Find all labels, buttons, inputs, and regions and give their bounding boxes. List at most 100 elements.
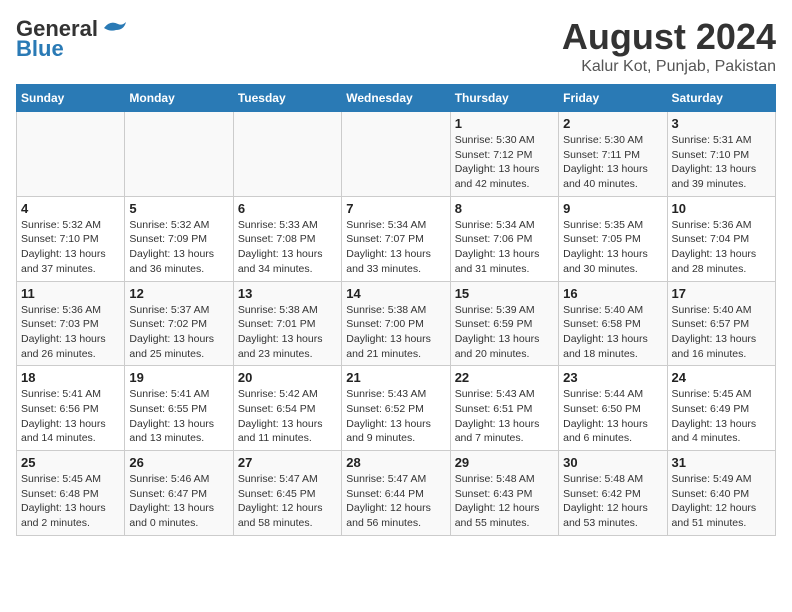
day-number: 21 xyxy=(346,370,445,385)
weekday-header-saturday: Saturday xyxy=(667,85,775,112)
calendar-day-cell: 23 Sunrise: 5:44 AMSunset: 6:50 PMDayligh… xyxy=(559,366,667,451)
day-info: Sunrise: 5:34 AMSunset: 7:07 PMDaylight:… xyxy=(346,218,445,277)
empty-cell xyxy=(233,112,341,197)
page-header: General Blue August 2024 Kalur Kot, Punj… xyxy=(16,16,776,76)
day-number: 24 xyxy=(672,370,771,385)
calendar-week-row: 1 Sunrise: 5:30 AMSunset: 7:12 PMDaylight… xyxy=(17,112,776,197)
calendar-day-cell: 16 Sunrise: 5:40 AMSunset: 6:58 PMDayligh… xyxy=(559,281,667,366)
calendar-day-cell: 25 Sunrise: 5:45 AMSunset: 6:48 PMDayligh… xyxy=(17,451,125,536)
calendar-day-cell: 2Sunrise: 5:30 AMSunset: 7:11 PMDaylight… xyxy=(559,112,667,197)
calendar-table: SundayMondayTuesdayWednesdayThursdayFrid… xyxy=(16,84,776,536)
calendar-day-cell: 8 Sunrise: 5:34 AMSunset: 7:06 PMDaylight… xyxy=(450,196,558,281)
weekday-header-tuesday: Tuesday xyxy=(233,85,341,112)
weekday-header-monday: Monday xyxy=(125,85,233,112)
day-info: Sunrise: 5:39 AMSunset: 6:59 PMDaylight:… xyxy=(455,303,554,362)
calendar-week-row: 11Sunrise: 5:36 AMSunset: 7:03 PMDayligh… xyxy=(17,281,776,366)
weekday-header-wednesday: Wednesday xyxy=(342,85,450,112)
weekday-header-row: SundayMondayTuesdayWednesdayThursdayFrid… xyxy=(17,85,776,112)
calendar-day-cell: 30 Sunrise: 5:48 AMSunset: 6:42 PMDayligh… xyxy=(559,451,667,536)
day-number: 14 xyxy=(346,286,445,301)
day-number: 3 xyxy=(672,116,771,131)
day-info: Sunrise: 5:40 AMSunset: 6:57 PMDaylight:… xyxy=(672,303,771,362)
day-info: Sunrise: 5:34 AMSunset: 7:06 PMDaylight:… xyxy=(455,218,554,277)
empty-cell xyxy=(17,112,125,197)
empty-cell xyxy=(125,112,233,197)
day-info: Sunrise: 5:41 AMSunset: 6:55 PMDaylight:… xyxy=(129,387,228,446)
day-number: 5 xyxy=(129,201,228,216)
day-info: Sunrise: 5:40 AMSunset: 6:58 PMDaylight:… xyxy=(563,303,662,362)
day-number: 1 xyxy=(455,116,554,131)
day-number: 29 xyxy=(455,455,554,470)
calendar-day-cell: 20 Sunrise: 5:42 AMSunset: 6:54 PMDayligh… xyxy=(233,366,341,451)
day-info: Sunrise: 5:35 AMSunset: 7:05 PMDaylight:… xyxy=(563,218,662,277)
day-info: Sunrise: 5:45 AMSunset: 6:48 PMDaylight:… xyxy=(21,472,120,531)
day-info: Sunrise: 5:32 AMSunset: 7:10 PMDaylight:… xyxy=(21,218,120,277)
calendar-day-cell: 14 Sunrise: 5:38 AMSunset: 7:00 PMDayligh… xyxy=(342,281,450,366)
day-info: Sunrise: 5:32 AMSunset: 7:09 PMDaylight:… xyxy=(129,218,228,277)
day-info: Sunrise: 5:41 AMSunset: 6:56 PMDaylight:… xyxy=(21,387,120,446)
day-info: Sunrise: 5:47 AMSunset: 6:44 PMDaylight:… xyxy=(346,472,445,531)
calendar-day-cell: 21 Sunrise: 5:43 AMSunset: 6:52 PMDayligh… xyxy=(342,366,450,451)
day-info: Sunrise: 5:42 AMSunset: 6:54 PMDaylight:… xyxy=(238,387,337,446)
day-info: Sunrise: 5:30 AMSunset: 7:11 PMDaylight:… xyxy=(563,133,662,192)
day-number: 17 xyxy=(672,286,771,301)
empty-cell xyxy=(342,112,450,197)
day-info: Sunrise: 5:48 AMSunset: 6:42 PMDaylight:… xyxy=(563,472,662,531)
day-info: Sunrise: 5:37 AMSunset: 7:02 PMDaylight:… xyxy=(129,303,228,362)
calendar-day-cell: 3Sunrise: 5:31 AMSunset: 7:10 PMDaylight… xyxy=(667,112,775,197)
day-number: 4 xyxy=(21,201,120,216)
day-number: 27 xyxy=(238,455,337,470)
calendar-day-cell: 11Sunrise: 5:36 AMSunset: 7:03 PMDayligh… xyxy=(17,281,125,366)
day-info: Sunrise: 5:46 AMSunset: 6:47 PMDaylight:… xyxy=(129,472,228,531)
day-number: 23 xyxy=(563,370,662,385)
day-info: Sunrise: 5:36 AMSunset: 7:03 PMDaylight:… xyxy=(21,303,120,362)
calendar-day-cell: 29Sunrise: 5:48 AMSunset: 6:43 PMDayligh… xyxy=(450,451,558,536)
calendar-day-cell: 12 Sunrise: 5:37 AMSunset: 7:02 PMDayligh… xyxy=(125,281,233,366)
main-title: August 2024 xyxy=(562,16,776,58)
day-info: Sunrise: 5:43 AMSunset: 6:52 PMDaylight:… xyxy=(346,387,445,446)
day-number: 7 xyxy=(346,201,445,216)
day-number: 25 xyxy=(21,455,120,470)
calendar-week-row: 25 Sunrise: 5:45 AMSunset: 6:48 PMDayligh… xyxy=(17,451,776,536)
calendar-day-cell: 26 Sunrise: 5:46 AMSunset: 6:47 PMDayligh… xyxy=(125,451,233,536)
calendar-week-row: 4 Sunrise: 5:32 AMSunset: 7:10 PMDaylight… xyxy=(17,196,776,281)
day-info: Sunrise: 5:38 AMSunset: 7:00 PMDaylight:… xyxy=(346,303,445,362)
day-info: Sunrise: 5:33 AMSunset: 7:08 PMDaylight:… xyxy=(238,218,337,277)
day-info: Sunrise: 5:49 AMSunset: 6:40 PMDaylight:… xyxy=(672,472,771,531)
day-info: Sunrise: 5:45 AMSunset: 6:49 PMDaylight:… xyxy=(672,387,771,446)
calendar-day-cell: 27Sunrise: 5:47 AMSunset: 6:45 PMDayligh… xyxy=(233,451,341,536)
day-info: Sunrise: 5:30 AMSunset: 7:12 PMDaylight:… xyxy=(455,133,554,192)
weekday-header-sunday: Sunday xyxy=(17,85,125,112)
calendar-day-cell: 7 Sunrise: 5:34 AMSunset: 7:07 PMDaylight… xyxy=(342,196,450,281)
day-number: 8 xyxy=(455,201,554,216)
calendar-week-row: 18Sunrise: 5:41 AMSunset: 6:56 PMDayligh… xyxy=(17,366,776,451)
day-number: 12 xyxy=(129,286,228,301)
calendar-day-cell: 19 Sunrise: 5:41 AMSunset: 6:55 PMDayligh… xyxy=(125,366,233,451)
calendar-day-cell: 31Sunrise: 5:49 AMSunset: 6:40 PMDayligh… xyxy=(667,451,775,536)
calendar-day-cell: 17 Sunrise: 5:40 AMSunset: 6:57 PMDayligh… xyxy=(667,281,775,366)
day-number: 20 xyxy=(238,370,337,385)
day-number: 16 xyxy=(563,286,662,301)
day-number: 6 xyxy=(238,201,337,216)
day-number: 19 xyxy=(129,370,228,385)
calendar-day-cell: 18Sunrise: 5:41 AMSunset: 6:56 PMDayligh… xyxy=(17,366,125,451)
day-info: Sunrise: 5:43 AMSunset: 6:51 PMDaylight:… xyxy=(455,387,554,446)
day-info: Sunrise: 5:38 AMSunset: 7:01 PMDaylight:… xyxy=(238,303,337,362)
calendar-day-cell: 28Sunrise: 5:47 AMSunset: 6:44 PMDayligh… xyxy=(342,451,450,536)
day-info: Sunrise: 5:36 AMSunset: 7:04 PMDaylight:… xyxy=(672,218,771,277)
day-number: 9 xyxy=(563,201,662,216)
day-info: Sunrise: 5:44 AMSunset: 6:50 PMDaylight:… xyxy=(563,387,662,446)
logo-bird-icon xyxy=(100,18,128,38)
day-number: 15 xyxy=(455,286,554,301)
calendar-day-cell: 22 Sunrise: 5:43 AMSunset: 6:51 PMDayligh… xyxy=(450,366,558,451)
day-number: 26 xyxy=(129,455,228,470)
logo: General Blue xyxy=(16,16,128,62)
day-number: 13 xyxy=(238,286,337,301)
calendar-day-cell: 13 Sunrise: 5:38 AMSunset: 7:01 PMDayligh… xyxy=(233,281,341,366)
calendar-day-cell: 10Sunrise: 5:36 AMSunset: 7:04 PMDayligh… xyxy=(667,196,775,281)
calendar-day-cell: 24 Sunrise: 5:45 AMSunset: 6:49 PMDayligh… xyxy=(667,366,775,451)
day-number: 22 xyxy=(455,370,554,385)
day-number: 30 xyxy=(563,455,662,470)
calendar-day-cell: 6 Sunrise: 5:33 AMSunset: 7:08 PMDaylight… xyxy=(233,196,341,281)
title-block: August 2024 Kalur Kot, Punjab, Pakistan xyxy=(562,16,776,76)
